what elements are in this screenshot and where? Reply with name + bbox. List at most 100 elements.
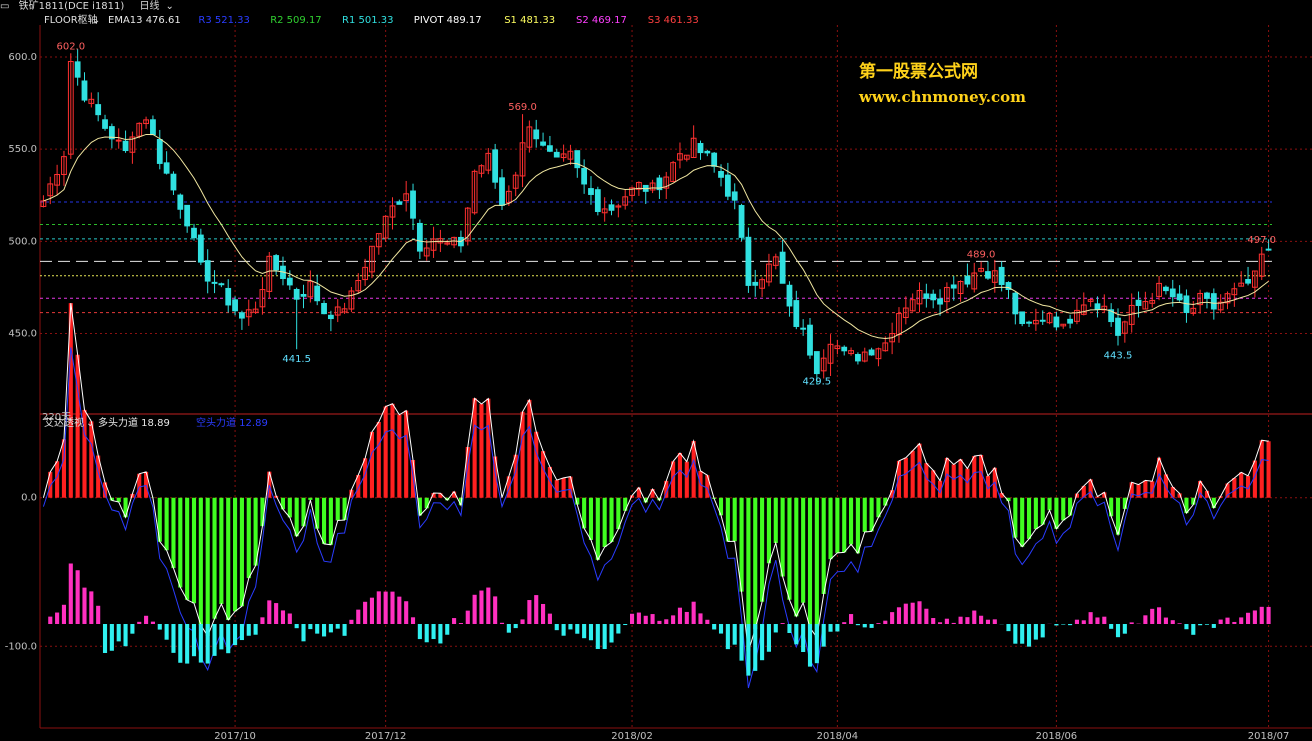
candle-body: [711, 152, 718, 167]
main-indicator-legend: FLOOR枢轴 ⌄ EMA13 476.61 R3 521.33 R2 509.17…: [44, 13, 699, 26]
candle-body: [813, 351, 820, 375]
candle-body: [540, 141, 546, 146]
candle-body: [1019, 311, 1026, 325]
x-tick-label: 2018/07: [1248, 731, 1290, 741]
candle-body: [807, 324, 813, 356]
candle-body: [738, 205, 745, 238]
candle-body: [731, 191, 738, 201]
candle-body: [1176, 293, 1183, 301]
candle-body: [81, 80, 88, 101]
candle-body: [1039, 319, 1046, 322]
candle-body: [964, 275, 971, 285]
candle-body: [416, 222, 423, 252]
watermark-line2: www.chnmoney.com: [858, 88, 1026, 106]
candle-body: [232, 299, 238, 312]
candle-body: [1204, 292, 1210, 299]
instrument-selector[interactable]: ▭ 铁矿1811(DCE i1811): [0, 1, 134, 12]
candle-body: [115, 139, 122, 142]
y-tick-label: 450.0: [8, 329, 37, 340]
candle-body: [745, 236, 752, 286]
legend-item: R3 521.33: [198, 15, 249, 26]
period-selector[interactable]: 日线 ⌄: [140, 1, 180, 12]
candle-body: [300, 294, 307, 297]
price-annotation: 602.0: [56, 41, 85, 52]
x-tick-label: 2017/12: [365, 731, 407, 741]
candle-body: [855, 354, 861, 362]
sub-indicator-name: 艾达透视: [44, 416, 84, 429]
ema-line: [43, 133, 1269, 340]
window-title-bar: ▭ 铁矿1811(DCE i1811) 日线 ⌄: [0, 0, 1312, 13]
candle-body: [314, 285, 321, 302]
candles: [40, 49, 1272, 385]
x-tick-label: 2017/10: [214, 731, 256, 741]
sub-legend-item: 多头力道 18.89: [98, 416, 170, 429]
legend-item: S2 469.17: [576, 15, 627, 26]
candle-body: [170, 173, 177, 191]
main-indicator-name: FLOOR枢轴: [44, 13, 98, 26]
candle-body: [533, 129, 540, 140]
sub-indicator-legend: 艾达透视 ⌄ 多头力道 18.89 空头力道 12.89: [44, 416, 268, 429]
candle-body: [1245, 278, 1251, 284]
candle-body: [1163, 286, 1169, 292]
candle-body: [191, 227, 197, 239]
candle-body: [1135, 299, 1142, 306]
price-annotation: 569.0: [508, 102, 537, 113]
candle-body: [581, 167, 588, 185]
candle-body: [1026, 321, 1032, 324]
sub-y-tick-label: -100.0: [5, 641, 37, 652]
candle-body: [1265, 248, 1272, 251]
candle-body: [779, 251, 786, 284]
watermark: 第一股票公式网 www.chnmoney.com: [858, 61, 1026, 106]
candle-body: [1012, 292, 1019, 315]
x-tick-label: 2018/02: [611, 731, 653, 741]
candle-body: [184, 204, 191, 227]
legend-item: PIVOT 489.17: [414, 15, 482, 26]
legend-item: S1 481.33: [504, 15, 555, 26]
candle-body: [594, 189, 601, 213]
candle-body: [608, 204, 615, 211]
candle-body: [1169, 288, 1176, 298]
candle-body: [321, 302, 327, 315]
candle-body: [985, 271, 991, 279]
candle-body: [718, 171, 724, 178]
watermark-line1: 第一股票公式网: [859, 61, 978, 82]
candle-body: [1067, 318, 1073, 324]
candle-body: [786, 284, 793, 307]
candle-body: [1094, 303, 1101, 310]
candle-body: [1115, 317, 1121, 336]
candle-body: [752, 281, 759, 286]
candle-body: [286, 277, 293, 286]
candle-body: [930, 293, 937, 301]
candle-body: [273, 255, 280, 271]
candle-body: [704, 150, 711, 154]
candle-body: [327, 314, 334, 320]
chart-labels: 600.0 550.0 500.0 450.0 2017/10 2017/12 2018/0…: [5, 41, 1290, 741]
candle-body: [95, 104, 102, 116]
candle-body: [547, 145, 553, 152]
candle-body: [293, 288, 300, 300]
chevron-down-icon: ⌄: [86, 418, 94, 429]
candle-body: [868, 349, 875, 356]
chevron-down-icon: ⌄: [165, 1, 174, 12]
legend-item: EMA13 476.61: [108, 15, 181, 26]
sub-legend-item: 空头力道 12.89: [196, 416, 268, 429]
candle-body: [499, 177, 505, 206]
y-tick-label: 500.0: [8, 236, 37, 247]
kline-chart[interactable]: 600.0 550.0 500.0 450.0 2017/10 2017/12 2018/0…: [0, 13, 1312, 741]
chart-grid: [39, 25, 1312, 729]
legend-item: R2 509.17: [270, 15, 321, 26]
y-tick-label: 600.0: [8, 52, 37, 63]
candle-body: [998, 266, 1005, 285]
instrument-icon: ▭: [0, 1, 10, 12]
x-tick-label: 2018/04: [817, 731, 859, 741]
legend-item: R1 501.33: [342, 15, 393, 26]
candle-body: [588, 188, 594, 195]
candle-body: [177, 194, 184, 210]
candle-body: [950, 284, 957, 289]
price-annotation: 497.0: [1247, 235, 1276, 246]
candle-body: [225, 287, 232, 306]
x-tick-label: 2018/06: [1036, 731, 1078, 741]
period-label: 日线: [139, 1, 160, 12]
candle-body: [102, 119, 108, 129]
chevron-down-icon: ⌄: [92, 15, 100, 26]
